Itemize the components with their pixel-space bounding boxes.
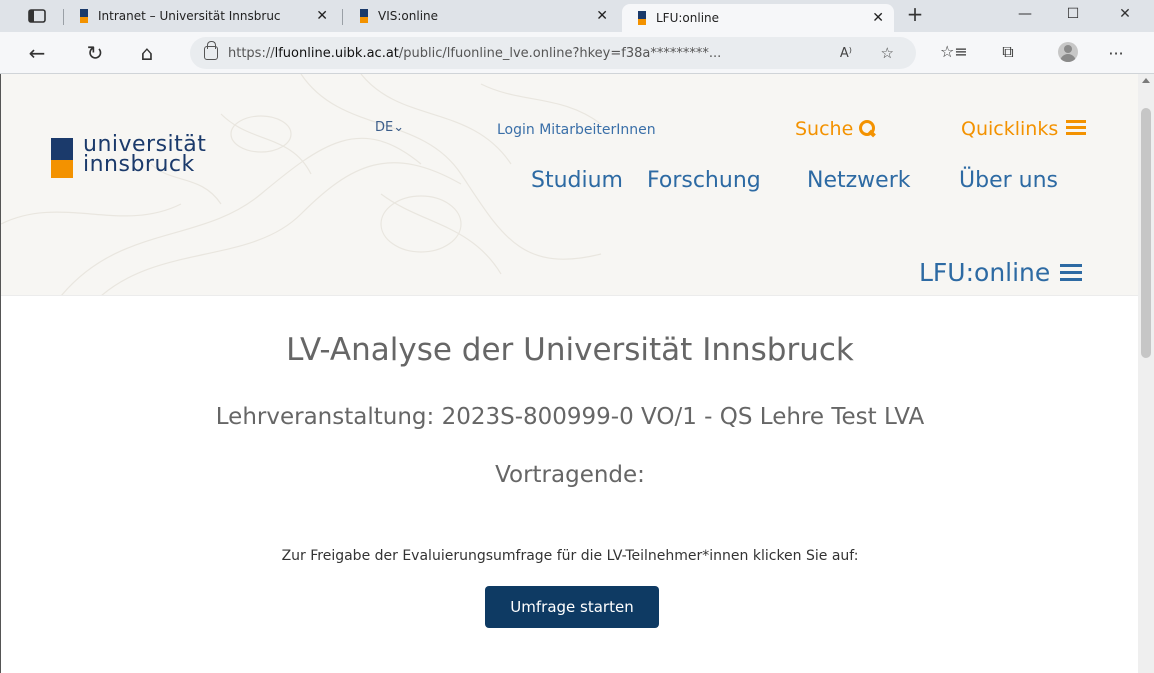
url-prefix: https://: [228, 45, 275, 61]
lfuonline-menu[interactable]: LFU:online: [919, 258, 1083, 287]
page-title: LV-Analyse der Universität Innsbruck: [286, 332, 854, 368]
home-button[interactable]: ⌂: [134, 41, 160, 65]
menu-icon: [1060, 264, 1083, 282]
search-link[interactable]: Suche: [795, 118, 876, 140]
page-scrollbar[interactable]: [1138, 74, 1154, 673]
tab-separator: [342, 9, 343, 25]
uibk-favicon: [360, 9, 368, 23]
favorites-icon[interactable]: ☆≡: [940, 42, 968, 64]
login-link[interactable]: Login MitarbeiterInnen: [497, 122, 656, 138]
menu-icon: [1066, 120, 1087, 136]
course-heading: Lehrveranstaltung: 2023S-800999-0 VO/1 -…: [215, 404, 925, 430]
logo-text-innsbruck: innsbruck: [83, 152, 195, 177]
quicklinks-link[interactable]: Quicklinks: [961, 118, 1087, 140]
profile-avatar[interactable]: [1058, 42, 1078, 62]
browser-tab-bar: Intranet – Universität Innsbruc ✕ VIS:on…: [0, 0, 1154, 32]
page-viewport: universität innsbruck DE⌄ Login Mitarbei…: [0, 74, 1138, 673]
read-aloud-icon[interactable]: A⁾: [840, 46, 852, 61]
uibk-favicon: [80, 9, 88, 23]
maximize-button[interactable]: ☐: [1062, 6, 1084, 22]
scroll-up-icon[interactable]: [1142, 78, 1150, 83]
more-icon[interactable]: ···: [1104, 44, 1128, 66]
tab-title: Intranet – Universität Innsbruc: [98, 9, 281, 23]
tab-actions-icon[interactable]: [26, 8, 48, 24]
tab-lfuonline[interactable]: LFU:online ✕: [622, 4, 894, 32]
address-bar[interactable]: https://lfuonline.uibk.ac.at/public/lfuo…: [190, 37, 916, 69]
minimize-button[interactable]: —: [1014, 6, 1036, 22]
collections-icon[interactable]: ⧉: [996, 42, 1020, 64]
site-header: universität innsbruck DE⌄ Login Mitarbei…: [1, 74, 1138, 296]
nav-studium[interactable]: Studium: [531, 168, 623, 193]
site-info-icon[interactable]: [204, 41, 218, 60]
tab-intranet[interactable]: Intranet – Universität Innsbruc ✕: [80, 0, 338, 32]
quicklinks-label: Quicklinks: [961, 118, 1059, 140]
logo-navy-square: [51, 138, 73, 160]
close-window-button[interactable]: ✕: [1114, 6, 1136, 22]
tab-separator: [63, 9, 64, 25]
app-name: LFU:online: [919, 258, 1051, 287]
uibk-favicon: [638, 11, 646, 25]
url-path: /public/lfuonline_lve.online?hkey=f38a**…: [398, 45, 722, 61]
tab-visonline[interactable]: VIS:online ✕: [360, 0, 618, 32]
logo-orange-square: [51, 160, 73, 178]
search-label: Suche: [795, 118, 854, 140]
refresh-button[interactable]: ↻: [82, 41, 108, 65]
close-tab-icon[interactable]: ✕: [596, 8, 608, 24]
language-selector[interactable]: DE⌄: [375, 120, 404, 135]
lecturer-heading: Vortragende:: [495, 462, 645, 488]
back-button[interactable]: ←: [24, 41, 50, 65]
nav-forschung[interactable]: Forschung: [647, 168, 761, 193]
search-icon: [859, 120, 876, 136]
url-domain: lfuonline.uibk.ac.at: [274, 45, 399, 61]
nav-netzwerk[interactable]: Netzwerk: [807, 168, 910, 193]
new-tab-button[interactable]: +: [904, 4, 926, 24]
tab-title: LFU:online: [656, 11, 720, 25]
start-survey-button[interactable]: Umfrage starten: [485, 586, 659, 628]
tab-title: VIS:online: [378, 9, 439, 23]
scrollbar-thumb[interactable]: [1141, 108, 1151, 358]
browser-toolbar: ← ↻ ⌂ https://lfuonline.uibk.ac.at/publi…: [0, 32, 1154, 74]
close-tab-icon[interactable]: ✕: [316, 8, 328, 24]
instruction-text: Zur Freigabe der Evaluierungsumfrage für…: [281, 548, 859, 564]
add-favorite-icon[interactable]: ☆: [881, 44, 894, 62]
close-tab-icon[interactable]: ✕: [872, 10, 884, 26]
nav-ueber-uns[interactable]: Über uns: [959, 168, 1058, 193]
